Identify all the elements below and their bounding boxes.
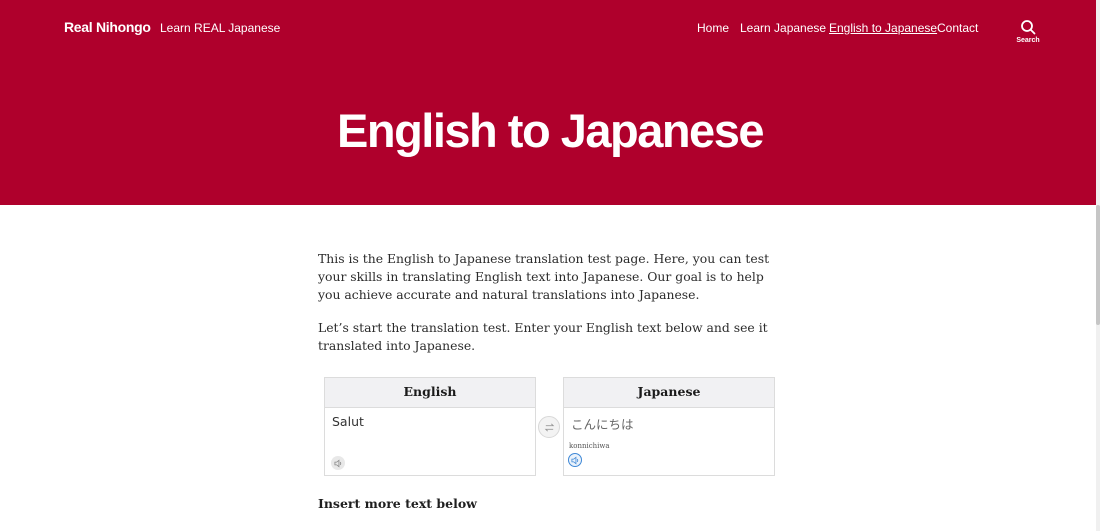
nav-item-contact[interactable]: Contact [937, 21, 978, 35]
scrollbar-thumb[interactable] [1096, 205, 1100, 325]
swap-languages-button[interactable] [538, 416, 560, 438]
search-icon [1021, 20, 1036, 35]
target-language-label: Japanese [564, 378, 774, 408]
speaker-icon [333, 459, 341, 467]
site-header: Real Nihongo Learn REAL Japanese Home Le… [0, 0, 1100, 205]
search-label: Search [1016, 37, 1040, 44]
nav-item-english-to-japanese[interactable]: English to Japanese [829, 21, 937, 35]
insert-more-heading: Insert more text below [318, 496, 477, 511]
translated-text: こんにちは [571, 417, 634, 432]
page-scrollbar[interactable] [1096, 0, 1100, 531]
search-button[interactable]: Search [1012, 19, 1044, 49]
swap-icon [544, 423, 554, 431]
main-nav: Home Learn Japanese English to Japanese … [0, 21, 1100, 37]
source-speaker-button[interactable] [331, 456, 345, 470]
nav-item-home[interactable]: Home [697, 21, 729, 35]
intro-paragraph: This is the English to Japanese translat… [318, 251, 770, 303]
source-text-box: English Salut [324, 377, 536, 476]
speaker-icon [570, 456, 578, 464]
target-text-box: Japanese こんにちは konnichiwa [563, 377, 775, 476]
romaji-text: konnichiwa [569, 442, 610, 450]
target-speaker-button[interactable] [568, 453, 582, 467]
nav-item-learn-japanese[interactable]: Learn Japanese [740, 21, 826, 35]
page-title: English to Japanese [337, 104, 764, 157]
instructions-paragraph: Let’s start the translation test. Enter … [318, 320, 768, 354]
source-language-label: English [325, 378, 535, 408]
source-text-input[interactable]: Salut [332, 414, 364, 429]
